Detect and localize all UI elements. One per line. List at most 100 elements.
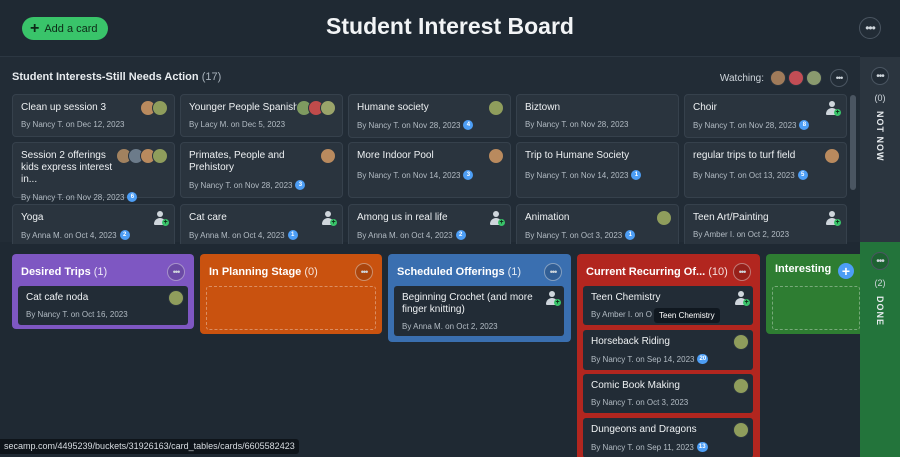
assign-person-icon[interactable]: + [824,210,841,226]
column-options-button[interactable]: ••• [167,263,185,281]
assignees [296,100,336,116]
page-title: Student Interest Board [326,13,574,39]
comment-count-badge: 1 [287,230,298,240]
card[interactable]: Younger People Spanish By Lacy M. on Dec… [180,94,343,137]
card-author: By Nancy T. on Nov 14, 2023 [525,170,629,180]
assignees [140,100,168,116]
card[interactable]: More Indoor Pool By Nancy T. on Nov 14, … [348,142,511,198]
triage-scrollbar[interactable] [850,95,856,190]
board-options-button[interactable]: ••• [859,17,881,39]
avatar [320,148,336,164]
column-options-button[interactable]: ••• [355,263,373,281]
card[interactable]: Horseback Riding By Nancy T. on Sep 14, … [583,330,753,370]
assign-person-icon[interactable]: + [733,290,750,306]
card-title: Yoga [21,212,44,223]
card-author: By Anna M. on Oct 4, 2023 [357,230,453,240]
tooltip: Teen Chemistry [654,308,720,323]
column-title[interactable]: In Planning Stage (0) [209,266,318,278]
avatar [733,422,749,438]
triage-title: Student Interests-Still Needs Action [12,71,199,83]
card[interactable]: Comic Book Making By Nancy T. on Oct 3, … [583,374,753,413]
card[interactable]: Dungeons and Dragons By Nancy T. on Sep … [583,418,753,457]
triage-heading: Student Interests-Still Needs Action (17… [12,71,221,83]
empty-drop-zone[interactable] [772,286,860,330]
card-title: Among us in real life [357,212,448,223]
comment-count-badge: 1 [631,170,642,180]
top-bar: + Add a card Student Interest Board ••• [0,0,900,56]
card[interactable]: Humane society By Nancy T. on Nov 28, 20… [348,94,511,138]
comment-count-badge: 6 [127,192,138,202]
done-count: (2) [874,278,886,288]
not-now-count: (0) [874,93,886,103]
card[interactable]: Beginning Crochet (and more finger knitt… [394,286,564,336]
card-author: By Lacy M. on Dec 5, 2023 [189,120,286,129]
comment-count-badge: 5 [797,170,808,180]
card-title: Biztown [525,102,561,113]
card-title: Beginning Crochet (and more finger knitt… [402,292,533,315]
card[interactable]: Animation By Nancy T. on Oct 3, 2023 1 [516,204,679,244]
comment-count-badge: 3 [295,180,306,190]
empty-drop-zone[interactable] [206,286,376,330]
avatar [733,334,749,350]
avatar[interactable] [806,70,822,86]
card[interactable]: Cat cafe noda By Nancy T. on Oct 16, 202… [18,286,188,325]
not-now-column[interactable]: ••• (0) NOT NOW [860,57,900,242]
not-now-options-button[interactable]: ••• [871,67,889,85]
card-author: By Nancy T. on Sep 14, 2023 [591,354,695,364]
triage-section: Student Interests-Still Needs Action (17… [0,56,860,244]
assignees [824,148,840,164]
card[interactable]: Trip to Humane Society By Nancy T. on No… [516,142,679,198]
assign-person-icon[interactable]: + [824,100,841,116]
avatar[interactable] [788,70,804,86]
comment-count-badge: 3 [463,170,474,180]
card[interactable]: Session 2 offerings kids express interes… [12,142,175,202]
card[interactable]: Primates, People and Prehistory By Nancy… [180,142,343,198]
card-author: By Nancy T. on Nov 28, 2023 [693,120,797,130]
card[interactable]: regular trips to turf field By Nancy T. … [684,142,847,198]
card[interactable]: Teen Art/Painting By Amber I. on Oct 2, … [684,204,847,244]
triage-options-button[interactable]: ••• [830,69,848,87]
assign-person-icon[interactable]: + [488,210,505,226]
card-title: Animation [525,212,570,223]
done-column[interactable]: ••• (2) DONE [860,242,900,457]
comment-count-badge: 1 [625,230,636,240]
watcher-avatars[interactable] [768,70,822,86]
card-author: By Nancy T. on Nov 14, 2023 [357,170,461,180]
add-column-button[interactable]: + [838,263,854,279]
assignees [656,210,672,226]
card[interactable]: Yoga By Anna M. on Oct 4, 2023 2 + [12,204,175,244]
card[interactable]: Cat care By Anna M. on Oct 4, 2023 1 + [180,204,343,244]
avatar [733,378,749,394]
column-title[interactable]: Interesting [775,263,831,275]
done-label: DONE [875,296,885,327]
card-title: Primates, People and Prehistory [189,150,285,173]
card[interactable]: Clean up session 3 By Nancy T. on Dec 12… [12,94,175,137]
assign-person-icon[interactable]: + [320,210,337,226]
assign-person-icon[interactable]: + [152,210,169,226]
avatar [488,100,504,116]
card-author: By Nancy T. on Sep 11, 2023 [591,442,694,452]
triage-count: (17) [201,71,222,83]
column-options-button[interactable]: ••• [733,263,751,281]
card-author: By Nancy T. on Nov 28, 2023 [21,192,125,202]
assignees [733,422,749,438]
column-title[interactable]: Desired Trips (1) [21,266,107,278]
column-title[interactable]: Current Recurring Of... (10) [586,266,728,278]
card[interactable]: Choir By Nancy T. on Nov 28, 2023 8 + [684,94,847,138]
comment-count-badge: 8 [799,120,810,130]
avatar [824,148,840,164]
assignees [116,148,168,164]
avatar[interactable] [770,70,786,86]
avatar [152,100,168,116]
column-title[interactable]: Scheduled Offerings (1) [397,266,521,278]
assign-person-icon[interactable]: + [544,290,561,306]
card-title: Teen Chemistry [591,292,661,303]
card[interactable]: Biztown By Nancy T. on Nov 28, 2023 [516,94,679,137]
column-options-button[interactable]: ••• [544,263,562,281]
card-title: More Indoor Pool [357,150,434,161]
card-title: Teen Art/Painting [693,212,769,223]
avatar [168,290,184,306]
card[interactable]: Among us in real life By Anna M. on Oct … [348,204,511,244]
assignees [168,290,184,306]
done-options-button[interactable]: ••• [871,252,889,270]
